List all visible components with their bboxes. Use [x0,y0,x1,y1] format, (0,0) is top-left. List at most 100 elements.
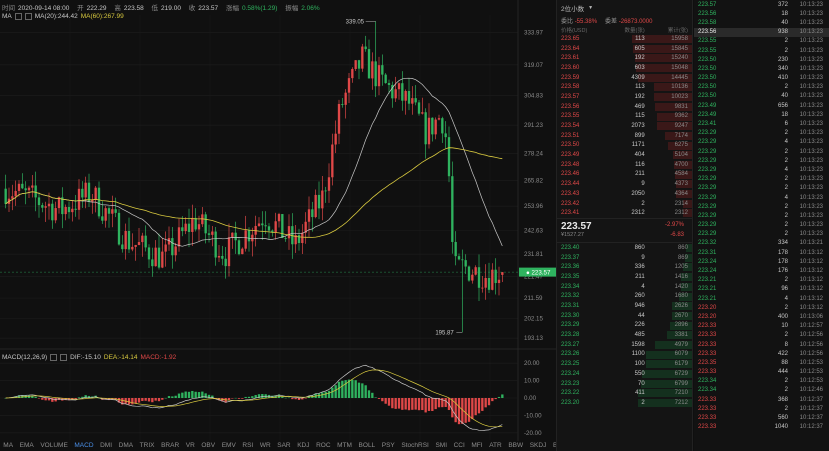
macd-histogram-bar [481,398,484,411]
tab-sar[interactable]: SAR [274,441,294,451]
bid-total: 869 [677,254,688,261]
macd-close-box-icon[interactable] [60,354,68,361]
trade-time: 10:12:37 [799,396,823,403]
trade-row: 223.56 938 10:13:23 [694,27,829,37]
precision-select[interactable]: 2位小数 [561,3,584,13]
ask-row[interactable]: 223.50 1171 6275 [557,141,692,151]
tab-roc[interactable]: ROC [313,441,334,451]
bid-row[interactable]: 223.30 44 2670 [557,311,692,321]
macd-histogram-bar [141,398,144,401]
tab-stochrsi[interactable]: StochRSI [398,441,432,451]
candle-body [187,223,191,232]
ask-row[interactable]: 223.65 113 15958 [557,34,692,44]
ask-total: 9247 [674,123,688,130]
tab-macd[interactable]: MACD [71,441,97,451]
trade-row: 223.41 6 10:13:23 [694,119,829,128]
tab-vr[interactable]: VR [182,441,198,451]
tab-ema[interactable]: EMA [16,441,37,451]
ask-row[interactable]: 223.48 116 4700 [557,160,692,170]
bid-row[interactable]: 223.28 485 3381 [557,330,692,340]
mid-price-block: 223.57 ¥1527.27 -2.97% -6.83 [557,218,692,244]
tab-cci[interactable]: CCI [450,441,468,451]
bid-row[interactable]: 223.25 100 6179 [557,359,692,369]
bid-row[interactable]: 223.29 226 2896 [557,321,692,331]
close-box-icon[interactable] [24,13,32,20]
bid-row[interactable]: 223.32 260 1680 [557,292,692,302]
tab-wr[interactable]: WR [257,441,274,451]
ask-row[interactable]: 223.55 115 9362 [557,112,692,122]
bid-row[interactable]: 223.40 860 860 [557,243,692,253]
candle-body [277,214,281,222]
bid-row[interactable]: 223.23 70 6799 [557,379,692,389]
candle-body [87,182,91,202]
tab-brar[interactable]: BRAR [158,441,183,451]
bid-row[interactable]: 223.20 2 7212 [557,398,692,408]
macd-settings-box-icon[interactable] [50,354,58,361]
settings-box-icon[interactable] [14,13,22,20]
tab-trix[interactable]: TRIX [136,441,157,451]
ask-row[interactable]: 223.41 2312 2312 [557,208,692,218]
bid-row[interactable]: 223.34 4 1420 [557,282,692,292]
candle-body [121,244,124,250]
ask-row[interactable]: 223.44 9 4373 [557,179,692,189]
ask-row[interactable]: 223.49 404 5104 [557,150,692,160]
tab-kdj[interactable]: KDJ [294,441,313,451]
tab-smi[interactable]: SMI [432,441,450,451]
candle-body [14,190,17,197]
bid-row[interactable]: 223.35 211 1416 [557,272,692,282]
ask-row[interactable]: 223.59 4309 14445 [557,73,692,83]
tab-atr[interactable]: ATR [486,441,505,451]
ask-row[interactable]: 223.60 603 15048 [557,63,692,73]
trade-price: 223.35 [698,359,717,366]
tab-rsi[interactable]: RSI [239,441,256,451]
tab-ma[interactable]: MA [0,441,16,451]
order-book: 2位小数 ▼ 委比 -55.38% 委差 -26873.0000 价格(USD)… [556,0,693,451]
bid-row[interactable]: 223.26 1100 6079 [557,350,692,360]
candle-body [114,209,117,213]
tab-obv[interactable]: OBV [198,441,218,451]
tab-dmi[interactable]: DMI [97,441,116,451]
candle-body [437,118,441,120]
tab-mfi[interactable]: MFI [468,441,486,451]
bid-row[interactable]: 223.31 946 2626 [557,301,692,311]
tab-volume[interactable]: VOLUME [37,441,71,451]
tab-emv[interactable]: EMV [218,441,239,451]
tab-skdj[interactable]: SKDJ [526,441,549,451]
ask-row[interactable]: 223.64 605 15845 [557,44,692,54]
macd-histogram-bar [41,398,44,400]
chart-area[interactable]: 333.97 319.07 304.83 291.23 278.24 265.82 253.… [0,0,568,451]
diff-label: 委差 [605,19,618,25]
bid-row[interactable]: 223.37 9 869 [557,253,692,263]
tab-dma[interactable]: DMA [115,441,136,451]
ask-row[interactable]: 223.43 2050 4364 [557,189,692,199]
ask-row[interactable]: 223.51 899 7174 [557,131,692,141]
ask-qty: 899 [634,132,645,139]
tab-bbw[interactable]: BBW [505,441,526,451]
bid-row[interactable]: 223.24 550 6729 [557,369,692,379]
ask-row[interactable]: 223.57 192 10023 [557,92,692,102]
kline-chart[interactable]: 333.97 319.07 304.83 291.23 278.24 265.82 253.… [0,0,556,451]
ask-row[interactable]: 223.54 2073 9247 [557,121,692,131]
ma60-line [5,147,503,238]
trade-row: 223.35 88 10:12:53 [694,358,829,367]
trade-qty: 2 [784,222,788,229]
macd-histogram-bar [241,398,244,399]
trade-time: 10:12:46 [799,387,823,394]
ask-row[interactable]: 223.46 211 4584 [557,170,692,180]
ask-row[interactable]: 223.42 2 2314 [557,199,692,209]
trade-row: 223.20 2 10:13:12 [694,303,829,312]
ask-row[interactable]: 223.58 113 10136 [557,82,692,92]
tab-boll[interactable]: BOLL [355,441,378,451]
tab-mtm[interactable]: MTM [334,441,355,451]
ask-qty: 2050 [631,190,645,197]
ask-row[interactable]: 223.56 469 9831 [557,102,692,112]
chevron-down-icon[interactable]: ▼ [588,5,593,11]
trade-row: 223.50 410 10:13:23 [694,74,829,83]
macd-histogram-bar [414,398,417,410]
trade-qty: 6 [784,121,788,128]
bid-row[interactable]: 223.36 336 1205 [557,262,692,272]
ask-row[interactable]: 223.61 192 15240 [557,53,692,63]
tab-psy[interactable]: PSY [378,441,398,451]
bid-row[interactable]: 223.22 411 7210 [557,388,692,398]
bid-row[interactable]: 223.27 1598 4979 [557,340,692,350]
